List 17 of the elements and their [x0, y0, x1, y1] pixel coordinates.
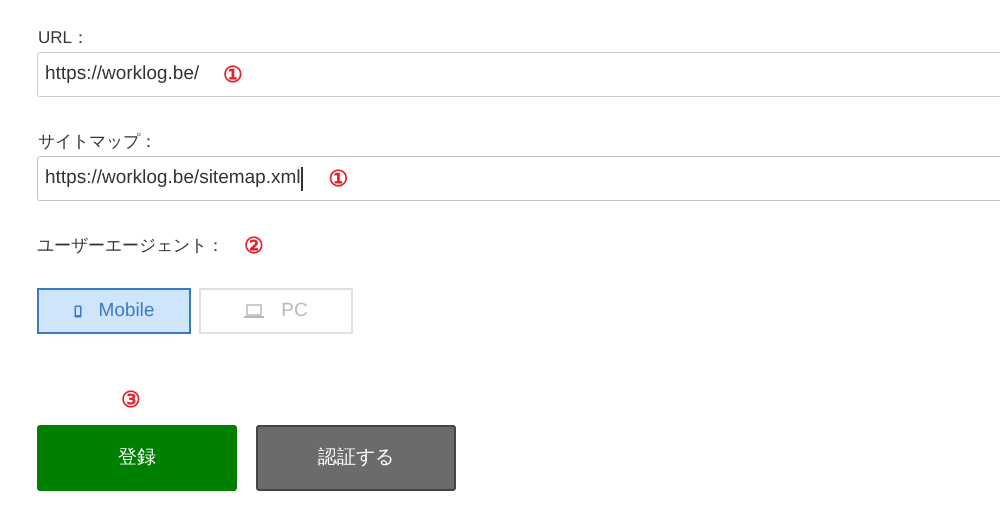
field-value: https://worklog.be/sitemap.xml — [45, 166, 301, 190]
field-label: ユーザーエージェント： — [37, 235, 224, 258]
annotation-marker: ② — [244, 235, 264, 257]
sitemap-field[interactable]: https://worklog.be/sitemap.xml ① — [37, 156, 1000, 201]
annotation-marker: ① — [223, 64, 244, 86]
register-button[interactable]: 登録 — [37, 425, 237, 491]
field-label: URL： — [38, 28, 90, 47]
annotation-marker: ① — [328, 168, 349, 190]
annotation-marker: ③ — [121, 389, 141, 411]
phone-icon — [74, 304, 82, 318]
text-cursor — [300, 166, 303, 190]
field-label: サイトマップ： — [38, 132, 157, 151]
laptop-icon — [244, 304, 264, 318]
url-field[interactable]: https://worklog.be/ ① — [37, 52, 1000, 97]
verify-button[interactable]: 認証する — [256, 425, 456, 491]
field-value: https://worklog.be/ — [45, 62, 200, 86]
mobile-toggle[interactable]: Mobile — [37, 288, 191, 334]
